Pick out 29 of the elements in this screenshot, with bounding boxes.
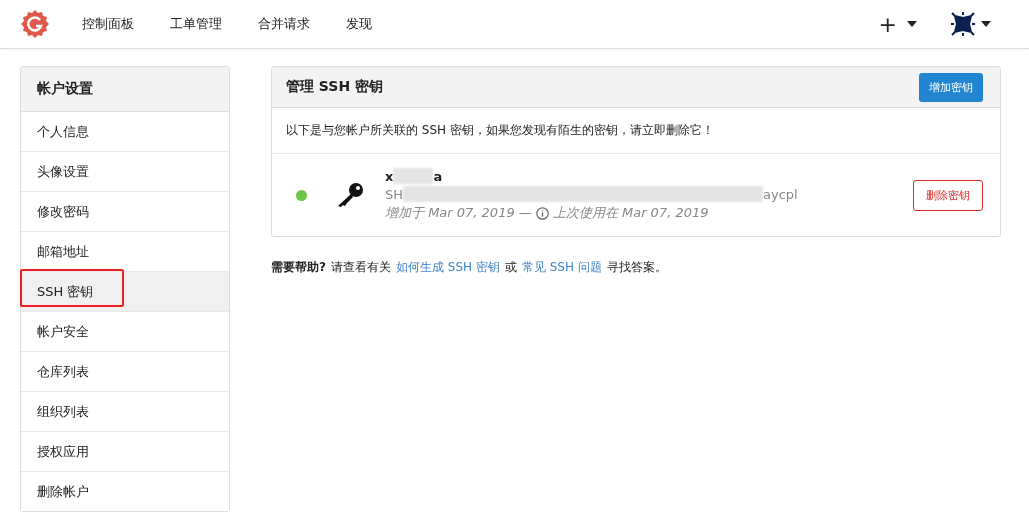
help-link[interactable]: 常见 SSH 问题 [521, 259, 602, 276]
nav-link[interactable]: 工单管理 [152, 15, 240, 33]
logo-icon[interactable] [20, 9, 50, 39]
help-text: 或 [504, 259, 517, 276]
sidebar-item[interactable]: SSH 密钥 [21, 272, 229, 312]
avatar-icon[interactable] [949, 10, 977, 38]
last-used-date: 上次使用在 Mar 07, 2019 [552, 204, 709, 222]
add-key-button[interactable]: 增加密钥 [919, 72, 983, 102]
nav-link[interactable]: 发现 [328, 15, 390, 33]
help-link[interactable]: 如何生成 SSH 密钥 [395, 259, 500, 276]
key-fingerprint: aycpl [763, 186, 798, 202]
caret-icon[interactable] [907, 21, 917, 27]
caret-icon[interactable] [981, 21, 991, 27]
create-menu[interactable]: + [878, 11, 897, 37]
help-label: 需要帮助? [271, 259, 326, 276]
info-icon [535, 206, 549, 220]
help-text: 请查看有关 [330, 259, 391, 276]
nav-link[interactable]: 控制面板 [64, 15, 152, 33]
added-date: 增加于 Mar 07, 2019 — [385, 204, 532, 222]
redaction-mark [393, 168, 434, 184]
nav-link[interactable]: 合并请求 [240, 15, 328, 33]
key-name: a [433, 168, 443, 184]
help-text: 寻找答案。 [606, 259, 667, 276]
delete-key-button[interactable]: 删除密钥 [913, 179, 983, 211]
key-name: x [385, 168, 394, 184]
panel-title: 管理 SSH 密钥 [286, 78, 383, 96]
key-fingerprint: SH [385, 186, 404, 202]
sidebar-title: 帐户设置 [21, 67, 229, 112]
description-text: 以下是与您帐户所关联的 SSH 密钥，如果您发现有陌生的密钥，请立即删除它！ [272, 108, 1000, 154]
